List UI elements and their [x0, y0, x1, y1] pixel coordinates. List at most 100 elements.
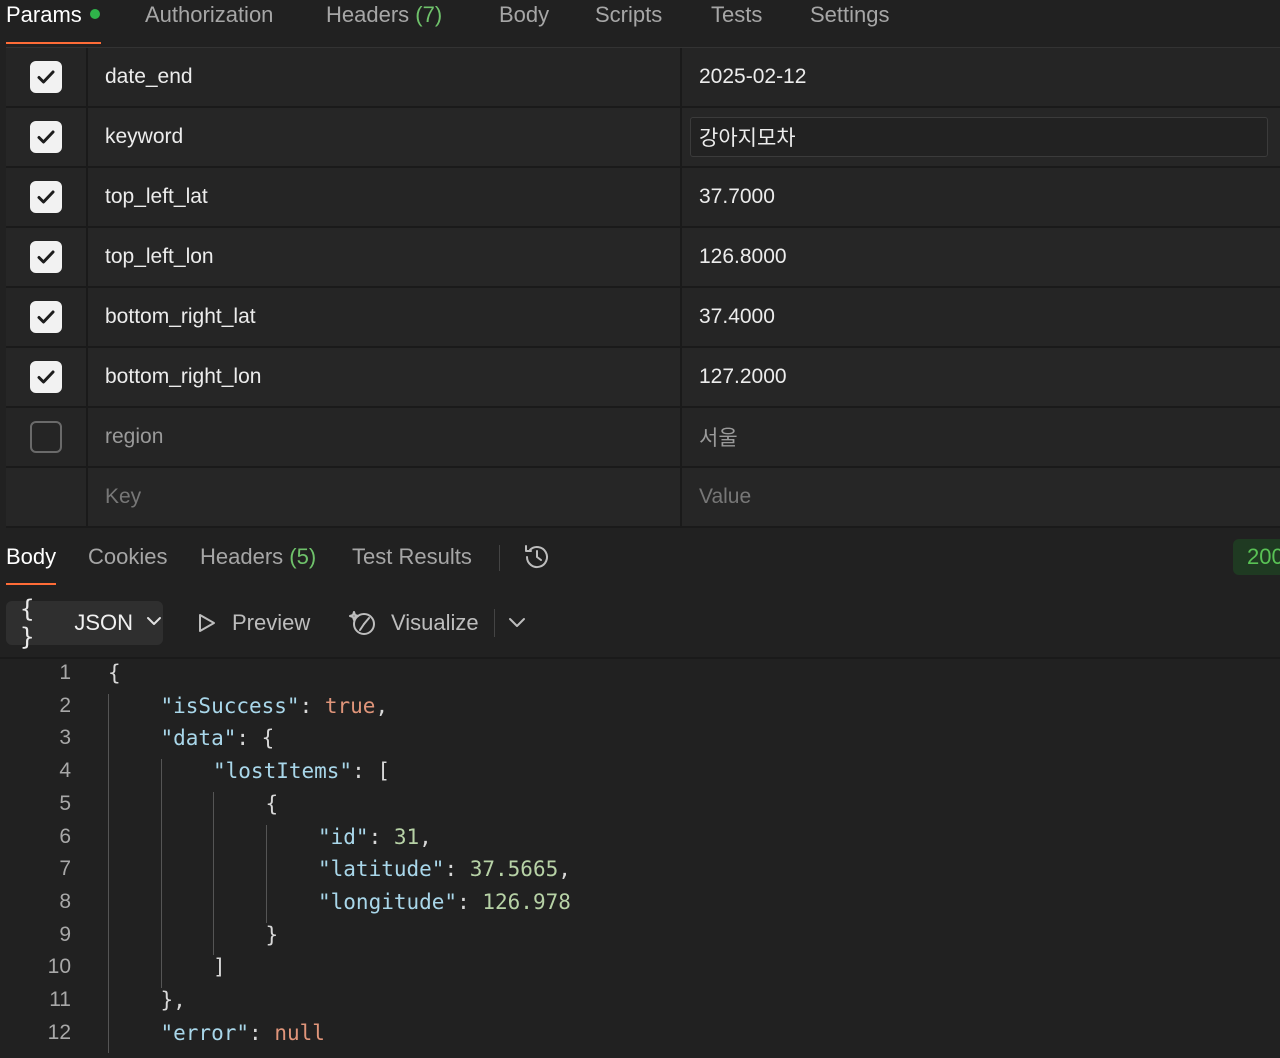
json-token-punc: :: [249, 1020, 275, 1045]
line-number: 4: [59, 759, 71, 783]
param-row: bottom_right_lon 127.2000: [6, 348, 1280, 408]
indent-guide: [265, 824, 267, 923]
tab-scripts[interactable]: Scripts: [595, 0, 662, 44]
tab-label: Authorization: [145, 2, 274, 27]
param-key[interactable]: date_end: [88, 48, 682, 106]
code-line: 10]: [0, 955, 1280, 987]
play-icon: [199, 614, 215, 632]
param-value[interactable]: 126.8000: [682, 228, 1280, 286]
param-enable-checkbox[interactable]: [30, 361, 62, 393]
json-token-punc: ,: [375, 693, 389, 718]
tab-headers[interactable]: Headers (7): [326, 0, 442, 44]
param-enable-checkbox[interactable]: [30, 301, 62, 333]
response-tab-headers[interactable]: Headers (5): [200, 535, 316, 585]
tab-label: Body: [6, 544, 57, 569]
tab-label: Body: [499, 2, 550, 27]
param-value[interactable]: 37.4000: [682, 288, 1280, 346]
tab-settings[interactable]: Settings: [810, 0, 890, 44]
param-new-row: Key Value: [6, 468, 1280, 528]
braces-icon: { }: [20, 595, 36, 651]
code-text: {: [266, 792, 279, 816]
preview-label: Preview: [232, 610, 311, 635]
param-enable-checkbox[interactable]: [30, 241, 62, 273]
param-key[interactable]: top_left_lat: [88, 168, 682, 226]
tab-count: (5): [289, 544, 317, 569]
json-token-punc: ,: [558, 857, 571, 882]
format-dropdown[interactable]: { } JSON: [6, 595, 163, 651]
response-tabs: Body Cookies Headers (5) Test Results: [0, 535, 1280, 587]
modified-dot-icon: [89, 9, 100, 19]
param-enable-cell: [6, 108, 88, 166]
response-tab-test-results[interactable]: Test Results: [352, 535, 472, 585]
response-tab-body[interactable]: Body: [6, 535, 57, 585]
code-line: 6 "id": 31,: [0, 825, 1280, 857]
json-token-punc: {: [265, 791, 279, 816]
new-param-key-input[interactable]: Key: [88, 468, 682, 526]
tab-authorization[interactable]: Authorization: [145, 0, 273, 44]
param-enable-checkbox[interactable]: [30, 121, 62, 153]
indent-guide: [213, 791, 214, 956]
param-enable-cell: [6, 408, 88, 466]
visualize-label: Visualize: [391, 610, 479, 635]
param-value[interactable]: 강아지모차: [682, 108, 1280, 166]
json-token-key: "longitude": [318, 889, 458, 914]
param-value[interactable]: 37.7000: [682, 168, 1280, 226]
param-value-input[interactable]: 강아지모차: [690, 117, 1268, 157]
preview-button[interactable]: Preview: [196, 607, 310, 639]
json-token-punc: }: [265, 922, 279, 947]
tab-params[interactable]: Params: [6, 0, 101, 44]
param-key[interactable]: keyword: [88, 108, 682, 166]
param-row: date_end 2025-02-12: [6, 48, 1280, 108]
history-icon[interactable]: [521, 541, 553, 573]
tab-tests[interactable]: Tests: [711, 0, 762, 44]
tab-label: Headers: [326, 2, 410, 27]
param-value[interactable]: 127.2000: [682, 348, 1280, 406]
line-number: 11: [49, 988, 71, 1011]
param-key[interactable]: bottom_right_lon: [88, 348, 682, 406]
json-token-punc: : [: [352, 759, 391, 784]
indent-guide: [108, 693, 109, 1054]
json-token-punc: },: [160, 988, 186, 1012]
response-body-code[interactable]: 1{2 "isSuccess": true, 3 "data": {4 "lostIte…: [0, 661, 1280, 1058]
status-code: 200: [1247, 544, 1280, 569]
param-enable-cell: [6, 468, 88, 526]
param-key[interactable]: top_left_lon: [88, 228, 682, 286]
line-number: 3: [59, 726, 71, 750]
response-toolbar: { } JSON Preview Visualize: [0, 593, 1280, 659]
code-line: 9}: [0, 923, 1280, 955]
param-key[interactable]: bottom_right_lat: [88, 288, 682, 346]
param-enable-cell: [6, 48, 88, 106]
code-line: 4 "lostItems": [: [0, 759, 1280, 791]
json-token-num: 31: [393, 824, 420, 849]
tab-body[interactable]: Body: [499, 0, 549, 44]
line-number: 8: [59, 889, 71, 913]
param-key[interactable]: region: [88, 408, 682, 466]
param-enable-checkbox[interactable]: [30, 421, 62, 453]
checkmark-icon: [37, 250, 55, 264]
visualize-button[interactable]: Visualize: [349, 607, 479, 639]
param-enable-cell: [6, 348, 88, 406]
tab-label: Test Results: [352, 544, 472, 569]
code-line: 2 "isSuccess": true,: [0, 694, 1280, 726]
new-param-value-input[interactable]: Value: [682, 468, 1280, 526]
chevron-down-icon: [145, 612, 163, 635]
more-options-chevron-icon[interactable]: [506, 611, 528, 633]
tab-label: Cookies: [88, 544, 168, 569]
code-line: 11},: [0, 988, 1280, 1020]
param-enable-checkbox[interactable]: [30, 61, 62, 93]
param-value[interactable]: 서울: [682, 408, 1280, 466]
param-enable-cell: [6, 228, 88, 286]
param-value[interactable]: 2025-02-12: [682, 48, 1280, 106]
checkmark-icon: [37, 370, 55, 384]
code-text: {: [108, 661, 121, 685]
tab-label: Scripts: [595, 2, 663, 27]
json-token-num: 37.5665: [469, 857, 559, 882]
response-tab-cookies[interactable]: Cookies: [88, 535, 167, 585]
json-token-key: "error": [160, 1020, 250, 1045]
param-row: keyword 강아지모차: [6, 108, 1280, 168]
param-enable-checkbox[interactable]: [30, 181, 62, 213]
line-number: 6: [59, 824, 71, 848]
checkmark-icon: [37, 310, 55, 324]
checkmark-icon: [37, 130, 55, 144]
code-line: 8 "longitude": 126.978: [0, 890, 1280, 922]
